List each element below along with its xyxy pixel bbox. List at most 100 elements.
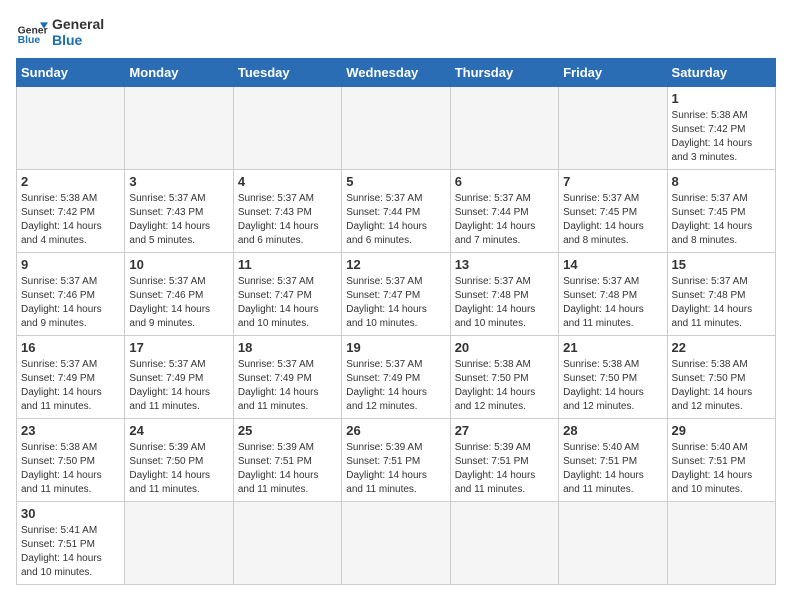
day-number: 20 [455, 340, 554, 355]
day-cell-27: 27 Sunrise: 5:39 AM Sunset: 7:51 PM Dayli… [450, 419, 558, 502]
day-info: Sunrise: 5:38 AM Sunset: 7:42 PM Dayligh… [21, 192, 120, 248]
empty-cell [450, 87, 558, 170]
day-info: Sunrise: 5:37 AM Sunset: 7:49 PM Dayligh… [129, 358, 228, 414]
day-cell-21: 21 Sunrise: 5:38 AM Sunset: 7:50 PM Dayli… [559, 336, 667, 419]
day-cell-11: 11Sunrise: 5:37 AM Sunset: 7:47 PM Dayli… [233, 253, 341, 336]
day-cell-22: 22Sunrise: 5:38 AM Sunset: 7:50 PM Dayli… [667, 336, 775, 419]
day-info: Sunrise: 5:38 AM Sunset: 7:42 PM Dayligh… [672, 109, 771, 165]
day-cell-17: 17 Sunrise: 5:37 AM Sunset: 7:49 PM Dayli… [125, 336, 233, 419]
day-number: 25 [238, 423, 337, 438]
day-cell-29: 29 Sunrise: 5:40 AM Sunset: 7:51 PM Dayli… [667, 419, 775, 502]
day-number: 13 [455, 257, 554, 272]
empty-cell [342, 87, 450, 170]
day-info: Sunrise: 5:38 AM Sunset: 7:50 PM Dayligh… [672, 358, 771, 414]
day-cell-20: 20 Sunrise: 5:38 AM Sunset: 7:50 PM Dayli… [450, 336, 558, 419]
day-info: Sunrise: 5:37 AM Sunset: 7:49 PM Dayligh… [21, 358, 120, 414]
day-number: 29 [672, 423, 771, 438]
day-number: 4 [238, 174, 337, 189]
day-info: Sunrise: 5:38 AM Sunset: 7:50 PM Dayligh… [21, 441, 120, 497]
day-info: Sunrise: 5:38 AM Sunset: 7:50 PM Dayligh… [563, 358, 662, 414]
empty-cell [559, 87, 667, 170]
day-info: Sunrise: 5:38 AM Sunset: 7:50 PM Dayligh… [455, 358, 554, 414]
day-number: 16 [21, 340, 120, 355]
weekday-header-thursday: Thursday [450, 59, 558, 87]
calendar-row: 1 Sunrise: 5:38 AM Sunset: 7:42 PM Daylig… [17, 87, 776, 170]
day-info: Sunrise: 5:40 AM Sunset: 7:51 PM Dayligh… [672, 441, 771, 497]
weekday-header-friday: Friday [559, 59, 667, 87]
calendar-row: 23Sunrise: 5:38 AM Sunset: 7:50 PM Dayli… [17, 419, 776, 502]
day-number: 11 [238, 257, 337, 272]
day-number: 14 [563, 257, 662, 272]
day-info: Sunrise: 5:41 AM Sunset: 7:51 PM Dayligh… [21, 524, 120, 580]
weekday-header-monday: Monday [125, 59, 233, 87]
empty-cell [342, 502, 450, 585]
day-info: Sunrise: 5:37 AM Sunset: 7:49 PM Dayligh… [238, 358, 337, 414]
empty-cell [559, 502, 667, 585]
day-info: Sunrise: 5:37 AM Sunset: 7:49 PM Dayligh… [346, 358, 445, 414]
day-cell-7: 7 Sunrise: 5:37 AM Sunset: 7:45 PM Daylig… [559, 170, 667, 253]
day-cell-26: 26 Sunrise: 5:39 AM Sunset: 7:51 PM Dayli… [342, 419, 450, 502]
day-cell-23: 23Sunrise: 5:38 AM Sunset: 7:50 PM Dayli… [17, 419, 125, 502]
day-cell-3: 3Sunrise: 5:37 AM Sunset: 7:43 PM Daylig… [125, 170, 233, 253]
day-number: 19 [346, 340, 445, 355]
day-number: 9 [21, 257, 120, 272]
empty-cell [17, 87, 125, 170]
day-info: Sunrise: 5:39 AM Sunset: 7:51 PM Dayligh… [238, 441, 337, 497]
day-number: 5 [346, 174, 445, 189]
day-number: 26 [346, 423, 445, 438]
day-cell-1: 1 Sunrise: 5:38 AM Sunset: 7:42 PM Daylig… [667, 87, 775, 170]
day-cell-6: 6 Sunrise: 5:37 AM Sunset: 7:44 PM Daylig… [450, 170, 558, 253]
empty-cell [125, 502, 233, 585]
day-number: 7 [563, 174, 662, 189]
day-number: 18 [238, 340, 337, 355]
day-number: 2 [21, 174, 120, 189]
day-info: Sunrise: 5:39 AM Sunset: 7:51 PM Dayligh… [346, 441, 445, 497]
day-number: 10 [129, 257, 228, 272]
weekday-header-tuesday: Tuesday [233, 59, 341, 87]
day-cell-16: 16 Sunrise: 5:37 AM Sunset: 7:49 PM Dayli… [17, 336, 125, 419]
day-number: 17 [129, 340, 228, 355]
day-info: Sunrise: 5:40 AM Sunset: 7:51 PM Dayligh… [563, 441, 662, 497]
day-info: Sunrise: 5:37 AM Sunset: 7:46 PM Dayligh… [21, 275, 120, 331]
empty-cell [667, 502, 775, 585]
day-info: Sunrise: 5:37 AM Sunset: 7:43 PM Dayligh… [129, 192, 228, 248]
day-info: Sunrise: 5:37 AM Sunset: 7:48 PM Dayligh… [455, 275, 554, 331]
day-number: 12 [346, 257, 445, 272]
day-info: Sunrise: 5:37 AM Sunset: 7:44 PM Dayligh… [455, 192, 554, 248]
day-cell-9: 9 Sunrise: 5:37 AM Sunset: 7:46 PM Daylig… [17, 253, 125, 336]
day-number: 28 [563, 423, 662, 438]
svg-text:Blue: Blue [18, 35, 41, 46]
weekday-header-sunday: Sunday [17, 59, 125, 87]
logo-general-text: General [52, 16, 104, 32]
day-cell-28: 28 Sunrise: 5:40 AM Sunset: 7:51 PM Dayli… [559, 419, 667, 502]
day-number: 24 [129, 423, 228, 438]
empty-cell [450, 502, 558, 585]
calendar-row: 30Sunrise: 5:41 AM Sunset: 7:51 PM Dayli… [17, 502, 776, 585]
day-info: Sunrise: 5:37 AM Sunset: 7:45 PM Dayligh… [563, 192, 662, 248]
day-number: 6 [455, 174, 554, 189]
day-info: Sunrise: 5:37 AM Sunset: 7:45 PM Dayligh… [672, 192, 771, 248]
day-cell-19: 19 Sunrise: 5:37 AM Sunset: 7:49 PM Dayli… [342, 336, 450, 419]
day-number: 27 [455, 423, 554, 438]
calendar-row: 16 Sunrise: 5:37 AM Sunset: 7:49 PM Dayli… [17, 336, 776, 419]
day-info: Sunrise: 5:37 AM Sunset: 7:43 PM Dayligh… [238, 192, 337, 248]
day-cell-10: 10 Sunrise: 5:37 AM Sunset: 7:46 PM Dayli… [125, 253, 233, 336]
day-cell-4: 4 Sunrise: 5:37 AM Sunset: 7:43 PM Daylig… [233, 170, 341, 253]
day-cell-13: 13 Sunrise: 5:37 AM Sunset: 7:48 PM Dayli… [450, 253, 558, 336]
day-number: 21 [563, 340, 662, 355]
day-cell-18: 18 Sunrise: 5:37 AM Sunset: 7:49 PM Dayli… [233, 336, 341, 419]
day-info: Sunrise: 5:37 AM Sunset: 7:48 PM Dayligh… [563, 275, 662, 331]
day-info: Sunrise: 5:37 AM Sunset: 7:44 PM Dayligh… [346, 192, 445, 248]
calendar-row: 9 Sunrise: 5:37 AM Sunset: 7:46 PM Daylig… [17, 253, 776, 336]
day-info: Sunrise: 5:37 AM Sunset: 7:48 PM Dayligh… [672, 275, 771, 331]
empty-cell [233, 87, 341, 170]
calendar-row: 2 Sunrise: 5:38 AM Sunset: 7:42 PM Daylig… [17, 170, 776, 253]
day-cell-30: 30Sunrise: 5:41 AM Sunset: 7:51 PM Dayli… [17, 502, 125, 585]
day-number: 1 [672, 91, 771, 106]
logo: General Blue General Blue [16, 16, 104, 48]
weekday-header-row: SundayMondayTuesdayWednesdayThursdayFrid… [17, 59, 776, 87]
day-number: 15 [672, 257, 771, 272]
day-info: Sunrise: 5:39 AM Sunset: 7:51 PM Dayligh… [455, 441, 554, 497]
day-info: Sunrise: 5:37 AM Sunset: 7:46 PM Dayligh… [129, 275, 228, 331]
day-info: Sunrise: 5:39 AM Sunset: 7:50 PM Dayligh… [129, 441, 228, 497]
